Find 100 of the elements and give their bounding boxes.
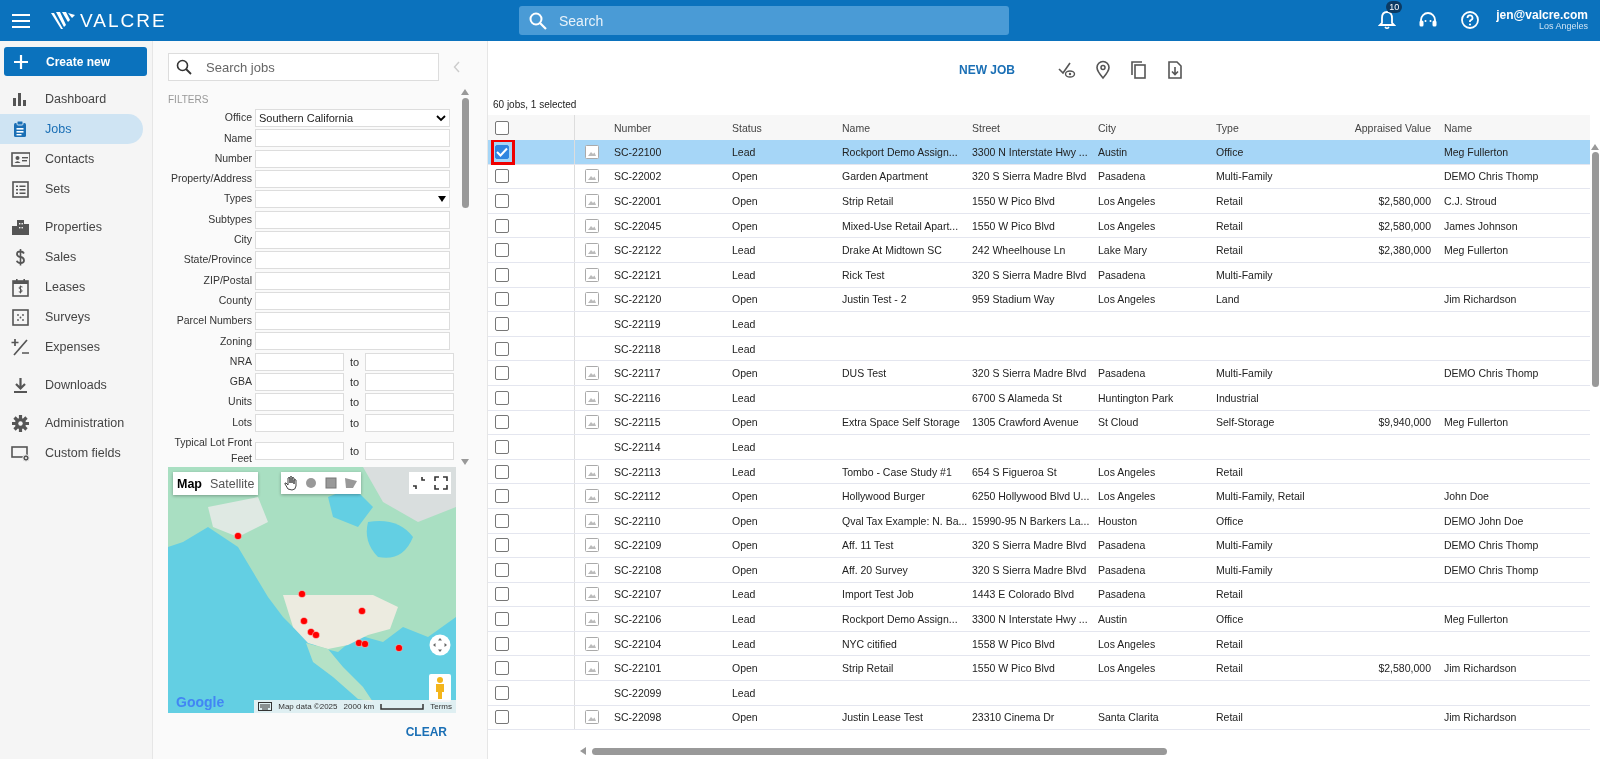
row-checkbox[interactable] <box>495 144 509 159</box>
map-marker[interactable] <box>298 590 306 598</box>
table-row[interactable]: SC-22110 Open Qval Tax Example: N. Ba... 15990-95 N Barkers La... Houston Office DEMO John Doe <box>488 508 1590 534</box>
table-row[interactable]: SC-22104 Lead NYC citified 1558 W Pico Blvd Los Angeles Retail <box>488 631 1590 657</box>
table-row[interactable]: SC-22114 Lead <box>488 435 1590 460</box>
table-row[interactable]: SC-22106 Lead Rockport Demo Assign... 3300 N Interstate Hwy ... Austin Office Meg Fullerton <box>488 607 1590 632</box>
check-eye-icon[interactable] <box>1057 60 1077 80</box>
table-row[interactable]: SC-22120 Open Justin Test - 2 959 Stadium Way Los Angeles Land Jim Richardson <box>488 287 1590 313</box>
row-checkbox[interactable] <box>495 243 509 258</box>
input-field[interactable] <box>255 210 450 229</box>
table-row[interactable]: SC-22001 Open Strip Retail 1550 W Pico Blvd Los Angeles Retail $2,580,000 C.J. Stroud <box>488 189 1590 214</box>
column-header[interactable]: City <box>1095 121 1213 134</box>
search-input[interactable]: Search jobs <box>204 58 431 76</box>
search-field[interactable]: Search jobs <box>168 53 439 81</box>
input-field[interactable] <box>255 312 450 331</box>
search-input[interactable]: Search <box>557 11 999 30</box>
row-checkbox[interactable] <box>495 439 509 454</box>
table-row[interactable]: SC-22109 Open Aff. 11 Test 320 S Sierra Madre Blvd Pasadena Multi-Family DEMO Chris Thomp <box>488 533 1590 559</box>
row-checkbox[interactable] <box>495 612 509 627</box>
map-marker[interactable] <box>358 607 366 615</box>
column-header[interactable]: Name <box>1441 121 1590 134</box>
shrink-icon[interactable] <box>412 476 426 490</box>
nav-item[interactable]: Custom fields <box>0 438 143 468</box>
table-row[interactable]: SC-22108 Open Aff. 20 Survey 320 S Sierra Madre Blvd Pasadena Multi-Family DEMO Chris Thomp <box>488 558 1590 583</box>
create-new-button[interactable]: Create new <box>4 47 147 76</box>
table-row[interactable]: SC-22117 Open DUS Test 320 S Sierra Madre Blvd Pasadena Multi-Family DEMO Chris Thomp <box>488 361 1590 386</box>
nav-item[interactable]: Leases <box>0 272 143 302</box>
fullscreen-icon[interactable] <box>434 476 448 490</box>
row-checkbox[interactable] <box>495 366 509 381</box>
scrollbar-thumb[interactable] <box>1591 152 1599 387</box>
input-field[interactable] <box>365 373 454 391</box>
row-checkbox[interactable] <box>495 390 509 405</box>
row-checkbox[interactable] <box>495 661 509 676</box>
polygon-icon[interactable] <box>343 475 359 491</box>
table-row[interactable]: SC-22118 Lead <box>488 336 1590 362</box>
table-row[interactable]: SC-22101 Open Strip Retail 1550 W Pico Blvd Los Angeles Retail $2,580,000 Jim Richardson <box>488 656 1590 682</box>
row-checkbox[interactable] <box>495 218 509 233</box>
map-marker[interactable] <box>355 639 363 647</box>
row-checkbox[interactable] <box>495 587 509 602</box>
map-marker[interactable] <box>234 532 242 540</box>
pan-control-icon[interactable] <box>429 634 451 656</box>
input-field[interactable] <box>255 441 344 460</box>
help-icon[interactable] <box>1460 10 1481 31</box>
row-checkbox[interactable] <box>495 513 509 528</box>
column-header[interactable]: Name <box>839 121 969 134</box>
keyboard-icon[interactable] <box>258 702 273 711</box>
column-header[interactable]: Appraised Value <box>1341 121 1441 134</box>
table-row[interactable]: SC-22115 Open Extra Space Self Storage 1305 Crawford Avenue St Cloud Self-Storage $9,940,000 Meg Fullerton <box>488 410 1590 436</box>
row-checkbox[interactable] <box>495 267 509 282</box>
column-header[interactable]: Status <box>729 121 839 134</box>
row-checkbox[interactable] <box>495 169 509 184</box>
table-row[interactable]: SC-22116 Lead 6700 S Alameda St Huntington Park Industrial <box>488 385 1590 411</box>
table-row[interactable]: SC-22107 Lead Import Test Job 1443 E Colorado Blvd Pasadena Retail <box>488 582 1590 608</box>
person-icon[interactable] <box>429 674 451 702</box>
menu-icon[interactable] <box>12 13 30 28</box>
input-field[interactable] <box>255 129 450 148</box>
scrollbar-thumb[interactable] <box>592 747 1167 755</box>
row-checkbox[interactable] <box>495 538 509 553</box>
nav-item[interactable]: Dashboard <box>0 84 143 114</box>
hand-icon[interactable] <box>283 475 299 491</box>
row-checkbox[interactable] <box>495 685 509 700</box>
headset-icon[interactable] <box>1418 11 1439 30</box>
new-job-button[interactable]: NEW JOB <box>953 62 1021 78</box>
nav-item[interactable]: Surveys <box>0 302 143 332</box>
input-field[interactable] <box>255 251 450 270</box>
scrollbar-thumb[interactable] <box>461 98 469 208</box>
select-all-checkbox[interactable] <box>495 120 509 135</box>
input-field[interactable] <box>365 441 454 460</box>
input-field[interactable] <box>255 352 344 371</box>
nav-item[interactable]: Sales <box>0 242 143 272</box>
input-field[interactable] <box>365 393 454 412</box>
map-marker[interactable] <box>312 631 320 639</box>
table-row[interactable]: SC-22121 Lead Rick Test 320 S Sierra Madre Blvd Pasadena Multi-Family <box>488 262 1590 288</box>
table-row[interactable]: SC-22100 Lead Rockport Demo Assign... 3300 N Interstate Hwy ... Austin Office Meg Fullerton <box>488 140 1590 165</box>
table-row[interactable]: SC-22112 Open Hollywood Burger 6250 Hollywood Blvd U... Los Angeles Multi-Family, Retail John Doe <box>488 484 1590 509</box>
column-header[interactable]: Street <box>969 121 1095 134</box>
map-marker[interactable] <box>300 617 308 625</box>
map-marker[interactable] <box>307 628 315 636</box>
map-marker[interactable] <box>361 640 369 648</box>
input-field[interactable] <box>255 170 450 189</box>
nav-item[interactable]: Contacts <box>0 144 143 174</box>
row-checkbox[interactable] <box>495 489 509 504</box>
circle-icon[interactable] <box>303 475 319 491</box>
row-checkbox[interactable] <box>495 341 509 356</box>
nav-item[interactable]: Administration <box>0 408 143 438</box>
bell-icon[interactable] <box>1378 10 1397 31</box>
nav-item[interactable]: Properties <box>0 212 143 242</box>
table-row[interactable]: SC-22098 Open Justin Lease Test 23310 Cinema Dr Santa Clarita Retail Jim Richardson <box>488 705 1590 731</box>
nav-item[interactable]: Sets <box>0 174 143 204</box>
terms-link[interactable]: Terms <box>430 702 452 711</box>
row-checkbox[interactable] <box>495 636 509 651</box>
table-row[interactable]: SC-22122 Lead Drake At Midtown SC 242 Wheelhouse Ln Lake Mary Retail $2,380,000 Meg Fullerton <box>488 238 1590 263</box>
input-field[interactable] <box>255 271 450 290</box>
table-row[interactable]: SC-22119 Lead <box>488 312 1590 337</box>
row-checkbox[interactable] <box>495 194 509 208</box>
map-type-tab[interactable]: Map <box>173 472 206 495</box>
copy-icon[interactable] <box>1129 60 1149 80</box>
row-checkbox[interactable] <box>495 316 509 331</box>
input-field[interactable] <box>255 149 450 168</box>
nav-item[interactable]: Jobs <box>0 114 143 144</box>
